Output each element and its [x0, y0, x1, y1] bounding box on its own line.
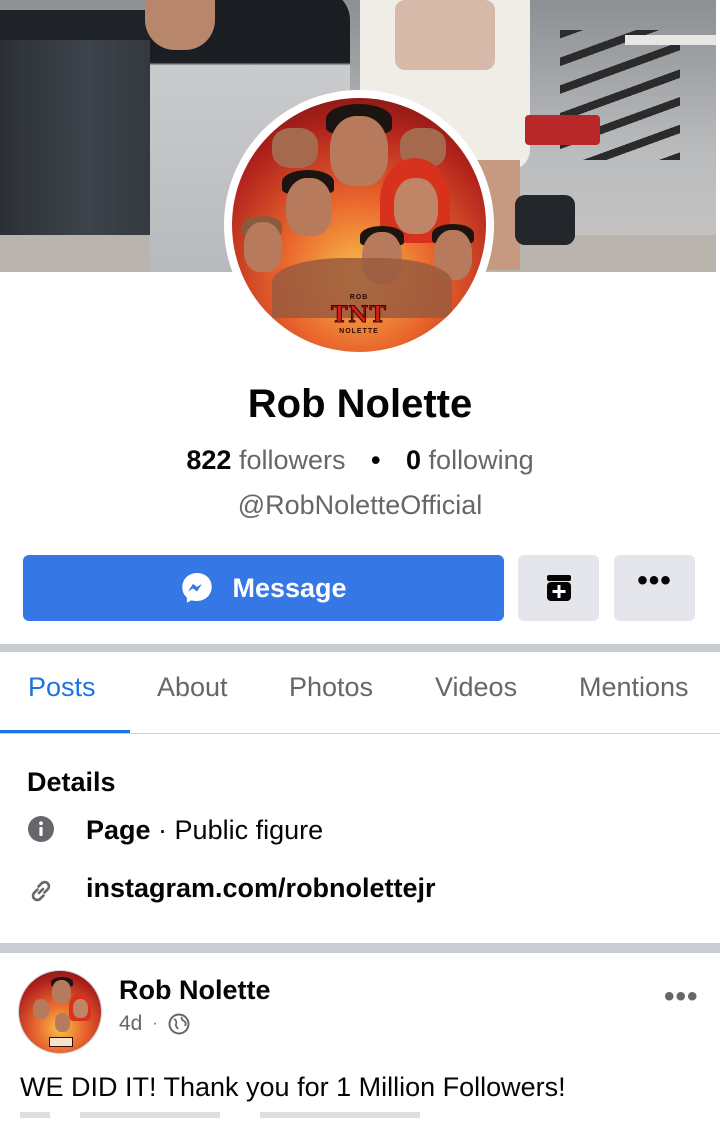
avatar-figure-face — [52, 980, 71, 1004]
following-link[interactable]: 0 following — [406, 445, 534, 475]
message-button[interactable]: Message — [23, 555, 504, 621]
followers-link[interactable]: 822 followers — [186, 445, 345, 475]
logo-bottom-text: NOLETTE — [339, 328, 379, 335]
post-author-name[interactable]: Rob Nolette — [119, 975, 271, 1006]
profile-handle: @RobNoletteOfficial — [237, 490, 483, 520]
avatar-figure-face — [394, 178, 438, 234]
save-button[interactable] — [518, 555, 599, 621]
cover-chair — [525, 115, 600, 145]
logo-top-text: ROB — [349, 294, 369, 301]
following-label: following — [428, 445, 534, 475]
link-icon — [31, 880, 51, 902]
detail-page-type-text: Page · Public figure — [86, 815, 323, 846]
info-icon — [28, 816, 54, 842]
tab-about[interactable]: About — [157, 672, 228, 703]
profile-stats: 822 followers • 0 following — [0, 445, 720, 476]
logo-main-text: TNT — [331, 302, 387, 329]
detail-category: · Public figure — [150, 815, 324, 845]
cover-bag — [515, 195, 575, 245]
post-more-button[interactable]: ••• — [664, 980, 699, 1014]
section-divider — [0, 943, 720, 953]
cover-person-arm — [145, 0, 215, 50]
profile-avatar-image: ROB TNT NOLETTE — [232, 98, 486, 352]
tabs-border — [0, 733, 720, 734]
followers-label: followers — [238, 445, 346, 475]
cover-shirt-print — [395, 0, 495, 70]
following-count: 0 — [406, 445, 422, 475]
tab-photos[interactable]: Photos — [289, 672, 373, 703]
avatar-tnt-logo: ROB TNT NOLETTE — [309, 294, 409, 350]
more-options-button[interactable]: ••• — [614, 555, 695, 621]
followers-count: 822 — [186, 445, 232, 475]
active-tab-indicator — [0, 730, 130, 733]
post-author-avatar[interactable] — [18, 970, 102, 1054]
section-divider — [0, 644, 720, 652]
post-meta-separator: · — [152, 1015, 158, 1032]
post-time[interactable]: 4d — [119, 1012, 142, 1036]
globe-icon — [168, 1013, 190, 1035]
messenger-icon — [182, 573, 213, 603]
avatar-figure-face — [55, 1013, 70, 1032]
profile-name: Rob Nolette — [247, 382, 473, 426]
cover-edge — [716, 0, 720, 272]
avatar-figure-face — [330, 116, 388, 186]
avatar-figure-face — [286, 178, 332, 236]
avatar-figure-face — [33, 999, 49, 1019]
instagram-link[interactable]: instagram.com/robnolettejr — [86, 873, 436, 904]
message-button-label: Message — [232, 572, 347, 603]
avatar-figure-face — [73, 999, 88, 1018]
cover-table — [625, 35, 720, 45]
avatar-mini-logo — [49, 1037, 73, 1047]
profile-avatar[interactable]: ROB TNT NOLETTE — [224, 90, 494, 360]
more-dots-icon: ••• — [637, 564, 672, 597]
avatar-glove-left — [272, 128, 318, 168]
tab-posts[interactable]: Posts — [28, 672, 96, 703]
tab-videos[interactable]: Videos — [435, 672, 517, 703]
post-text-overflow — [0, 1112, 720, 1126]
details-heading: Details — [27, 767, 116, 797]
tab-mentions[interactable]: Mentions — [579, 672, 689, 703]
post-text: WE DID IT! Thank you for 1 Million Follo… — [20, 1072, 566, 1102]
post-meta: 4d · — [119, 1012, 190, 1036]
save-plus-icon — [546, 575, 571, 601]
avatar-figure-face — [244, 222, 282, 272]
stats-separator: • — [371, 445, 381, 475]
detail-page-label: Page — [86, 815, 151, 845]
